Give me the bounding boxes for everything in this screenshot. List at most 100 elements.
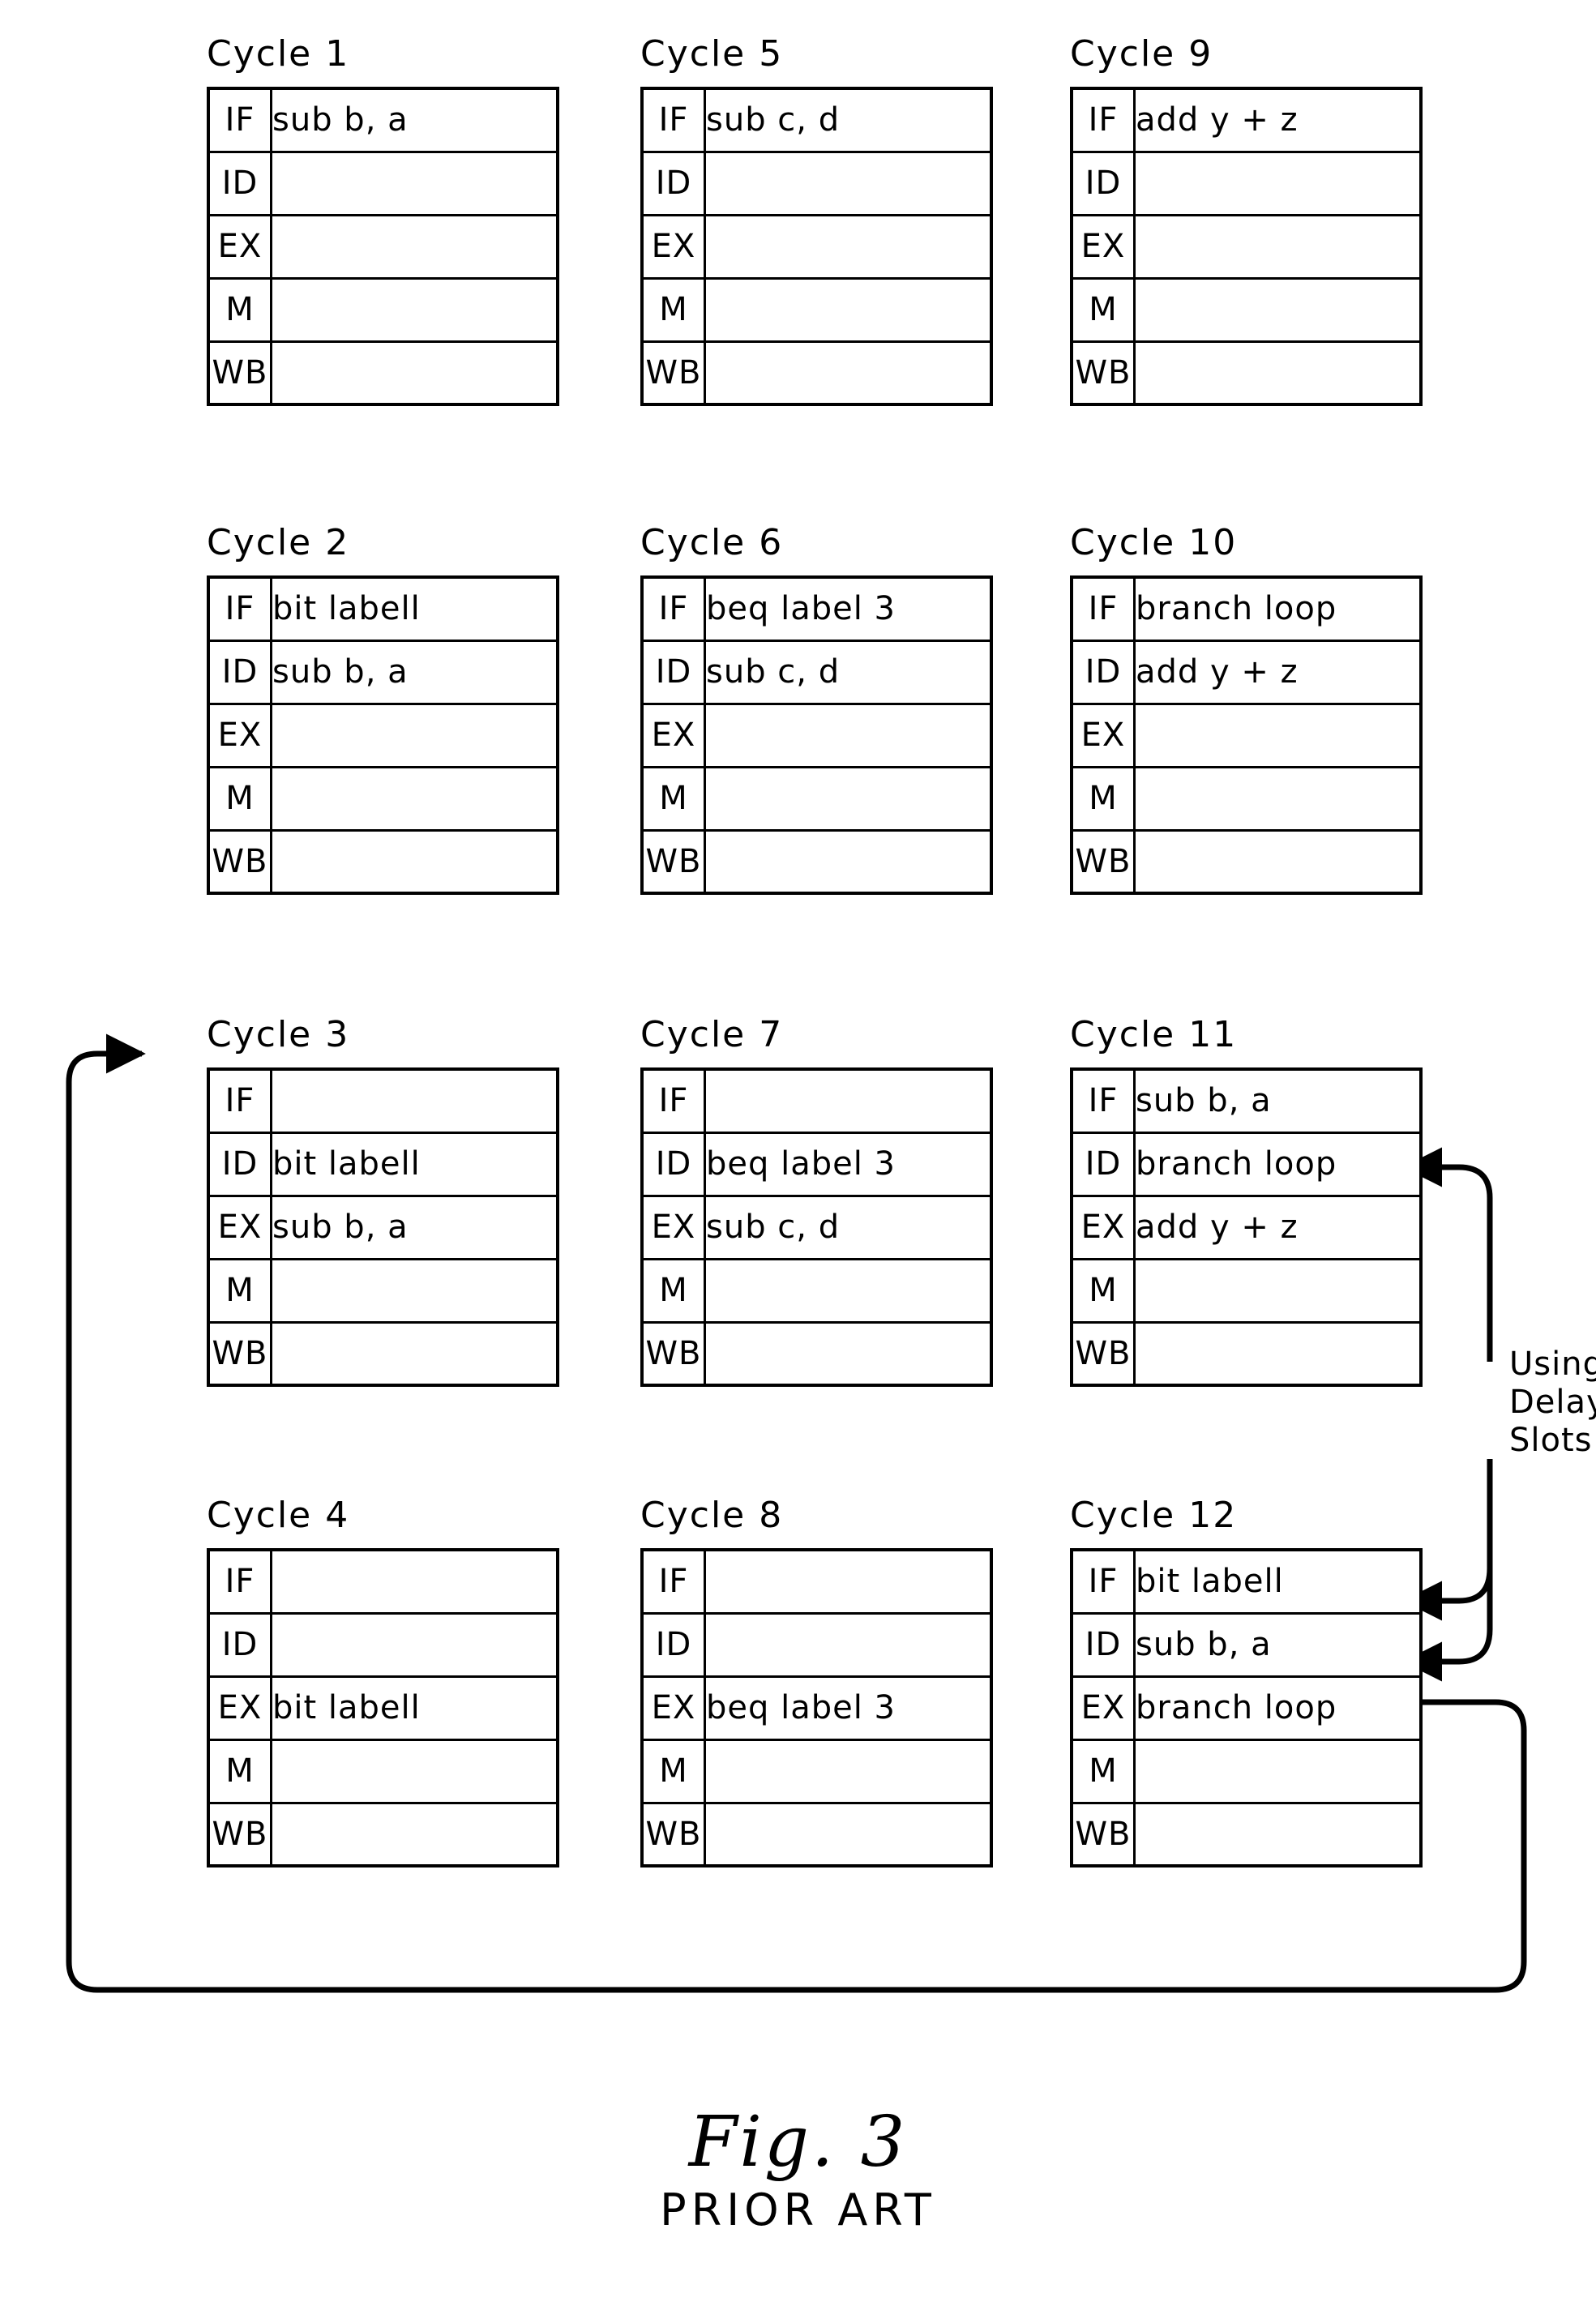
stage-label: IF — [207, 1067, 272, 1134]
table-row: ID beq label 3 — [640, 1131, 993, 1197]
table-row: ID branch loop — [1070, 1131, 1423, 1197]
table-row: IF bit labell — [1070, 1548, 1423, 1615]
instruction-cell — [270, 1320, 559, 1387]
table-row: IF sub b, a — [1070, 1067, 1423, 1134]
table-row: IF — [640, 1548, 993, 1615]
pipeline-table: IF ID beq label 3 EX sub c, d M WB — [640, 1067, 993, 1387]
cycle-title: Cycle 3 — [207, 1014, 350, 1055]
table-row: M — [1070, 276, 1423, 343]
stage-label: M — [1070, 1738, 1136, 1804]
cycle-block-9: Cycle 9 IF add y + z ID EX M WB — [1070, 36, 1423, 406]
stage-label: M — [640, 765, 706, 832]
table-row: M — [207, 1257, 559, 1324]
stage-label: M — [640, 276, 706, 343]
instruction-cell: branch loop — [1133, 575, 1423, 642]
table-row: ID — [1070, 150, 1423, 216]
instruction-cell — [270, 1257, 559, 1324]
stage-label: ID — [207, 1611, 272, 1678]
cycle-block-1: Cycle 1 IF sub b, a ID EX M WB — [207, 36, 559, 406]
pipeline-table: IF ID bit labell EX sub b, a M WB — [207, 1067, 559, 1387]
table-row: EX — [1070, 213, 1423, 280]
cycle-title: Cycle 1 — [207, 33, 350, 75]
table-row: WB — [1070, 828, 1423, 895]
instruction-cell — [270, 702, 559, 768]
pipeline-table: IF sub c, d ID EX M WB — [640, 87, 993, 406]
instruction-cell — [270, 1738, 559, 1804]
stage-label: ID — [1070, 639, 1136, 705]
instruction-cell: sub c, d — [704, 639, 993, 705]
stage-label: WB — [640, 828, 706, 895]
stage-label: EX — [1070, 1675, 1136, 1741]
table-row: M — [1070, 765, 1423, 832]
stage-label: IF — [640, 1067, 706, 1134]
instruction-cell: add y + z — [1133, 1194, 1423, 1260]
instruction-cell: add y + z — [1133, 87, 1423, 153]
instruction-cell — [704, 1320, 993, 1387]
table-row: WB — [640, 1801, 993, 1867]
pipeline-table: IF branch loop ID add y + z EX M WB — [1070, 575, 1423, 895]
stage-label: ID — [207, 150, 272, 216]
instruction-cell — [704, 1801, 993, 1867]
cycle-block-4: Cycle 4 IF ID EX bit labell M WB — [207, 1498, 559, 1867]
delay-slots-line-1: Using — [1509, 1346, 1596, 1383]
stage-label: EX — [640, 213, 706, 280]
stage-label: ID — [207, 1131, 272, 1197]
table-row: WB — [1070, 1320, 1423, 1387]
table-row: WB — [1070, 1801, 1423, 1867]
cycle-block-8: Cycle 8 IF ID EX beq label 3 M WB — [640, 1498, 993, 1867]
figure-subtitle: PRIOR ART — [660, 2184, 936, 2235]
table-row: M — [640, 1257, 993, 1324]
table-row: EX bit labell — [207, 1675, 559, 1741]
stage-label: WB — [1070, 1801, 1136, 1867]
stage-label: IF — [1070, 575, 1136, 642]
stage-label: M — [1070, 765, 1136, 832]
pipeline-table: IF sub b, a ID branch loop EX add y + z M W… — [1070, 1067, 1423, 1387]
instruction-cell — [1133, 828, 1423, 895]
cycle-block-10: Cycle 10 IF branch loop ID add y + z EX M … — [1070, 525, 1423, 895]
instruction-cell: beq label 3 — [704, 1131, 993, 1197]
using-delay-slots-note: Using Delay Slots — [1509, 1346, 1596, 1461]
cycle-title: Cycle 8 — [640, 1495, 784, 1536]
stage-label: IF — [1070, 87, 1136, 153]
instruction-cell — [270, 828, 559, 895]
table-row: ID sub b, a — [207, 639, 559, 705]
stage-label: WB — [207, 340, 272, 406]
table-row: EX add y + z — [1070, 1194, 1423, 1260]
instruction-cell — [1133, 340, 1423, 406]
stage-label: WB — [207, 828, 272, 895]
table-row: EX beq label 3 — [640, 1675, 993, 1741]
stage-label: EX — [1070, 702, 1136, 768]
instruction-cell: bit labell — [1133, 1548, 1423, 1615]
cycle-title: Cycle 12 — [1070, 1495, 1238, 1536]
instruction-cell: branch loop — [1133, 1675, 1423, 1741]
instruction-cell: sub c, d — [704, 1194, 993, 1260]
table-row: EX — [640, 213, 993, 280]
cycle-title: Cycle 5 — [640, 33, 784, 75]
stage-label: WB — [207, 1801, 272, 1867]
stage-label: WB — [1070, 828, 1136, 895]
pipeline-table: IF sub b, a ID EX M WB — [207, 87, 559, 406]
table-row: ID bit labell — [207, 1131, 559, 1197]
instruction-cell — [704, 150, 993, 216]
stage-label: M — [640, 1257, 706, 1324]
table-row: IF sub c, d — [640, 87, 993, 153]
cycle-block-6: Cycle 6 IF beq label 3 ID sub c, d EX M WB — [640, 525, 993, 895]
table-row: WB — [640, 1320, 993, 1387]
instruction-cell — [270, 1611, 559, 1678]
stage-label: IF — [1070, 1067, 1136, 1134]
stage-label: ID — [1070, 1131, 1136, 1197]
stage-label: ID — [207, 639, 272, 705]
stage-label: IF — [640, 87, 706, 153]
instruction-cell — [270, 765, 559, 832]
stage-label: IF — [207, 575, 272, 642]
instruction-cell: beq label 3 — [704, 575, 993, 642]
table-row: IF sub b, a — [207, 87, 559, 153]
table-row: M — [1070, 1738, 1423, 1804]
stage-label: ID — [640, 1131, 706, 1197]
table-row: WB — [207, 1801, 559, 1867]
table-row: WB — [1070, 340, 1423, 406]
table-row: IF branch loop — [1070, 575, 1423, 642]
stage-label: IF — [640, 575, 706, 642]
stage-label: WB — [207, 1320, 272, 1387]
instruction-cell — [704, 702, 993, 768]
